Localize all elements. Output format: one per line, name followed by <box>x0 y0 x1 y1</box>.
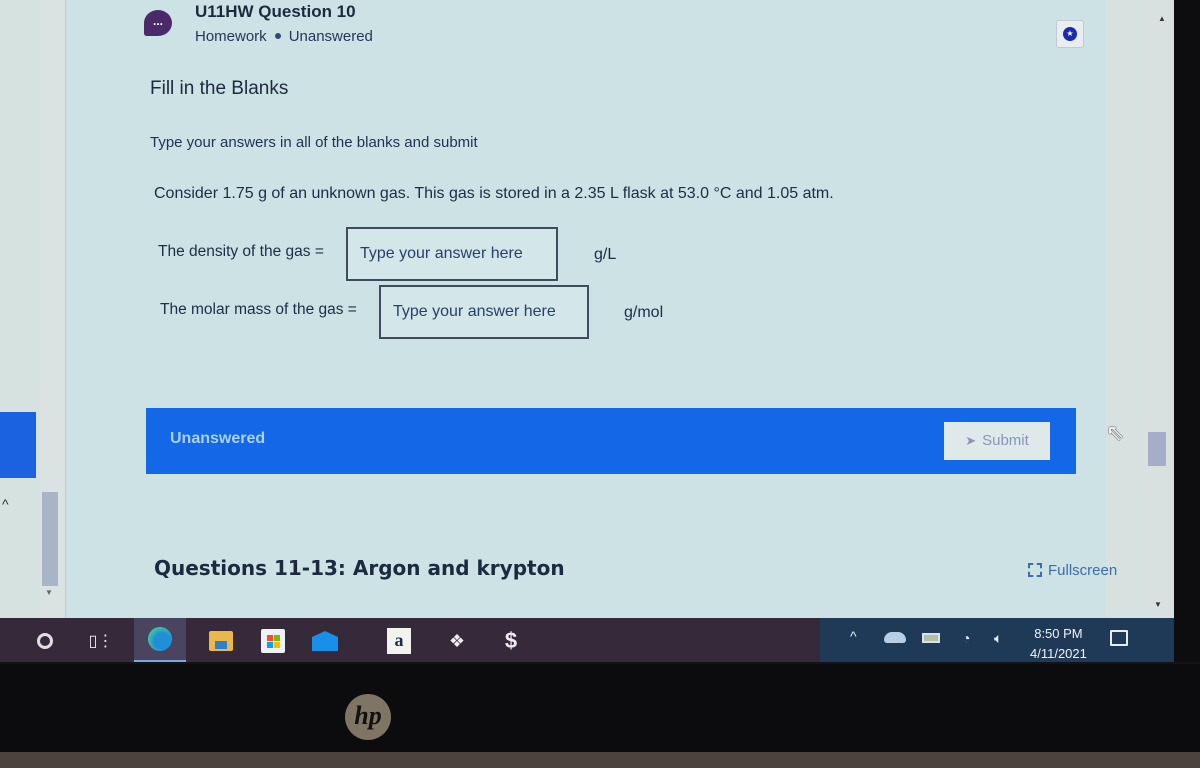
search-circle-icon[interactable] <box>30 626 60 656</box>
wifi-icon[interactable]: ◔ <box>962 630 970 646</box>
density-input[interactable] <box>346 227 558 281</box>
question-title: U11HW Question 10 <box>195 2 356 21</box>
bookmark-button[interactable]: ★ <box>1056 20 1084 48</box>
clock-date: 4/11/2021 <box>1030 646 1087 661</box>
background-window: ^ <box>0 0 40 618</box>
scroll-up-arrow-icon[interactable]: ▲ <box>1158 14 1166 23</box>
chat-bubble-icon[interactable]: ... <box>144 10 172 36</box>
question-panel: ... U11HW Question 10 Homework Unanswered… <box>66 0 1108 618</box>
show-hidden-icons-chevron-icon[interactable]: ^ <box>850 628 857 644</box>
submission-status: Unanswered <box>170 430 266 447</box>
question-prompt: Consider 1.75 g of an unknown gas. This … <box>154 185 834 202</box>
edge-browser-icon[interactable] <box>134 618 186 662</box>
klarna-icon[interactable]: $ <box>496 626 526 656</box>
question-category: Homework <box>195 28 267 45</box>
fullscreen-button[interactable]: Fullscreen <box>1028 562 1117 579</box>
taskbar: ▯⋮ a ❖ $ ^ ◔ 🔈︎ 8:50 PM 4/11/2021 <box>0 618 1174 662</box>
right-scrollbar-thumb[interactable] <box>1148 432 1166 466</box>
volume-icon[interactable]: 🔈︎ <box>994 630 1002 647</box>
onedrive-cloud-icon[interactable] <box>884 630 906 646</box>
question-status: Unanswered <box>288 28 373 45</box>
microsoft-store-icon[interactable] <box>258 626 288 656</box>
left-scrollbar-thumb[interactable] <box>42 492 58 586</box>
dropbox-icon[interactable]: ❖ <box>442 626 472 656</box>
next-section-title: Questions 11-13: Argon and krypton <box>154 556 565 580</box>
battery-icon[interactable] <box>922 630 940 646</box>
submission-status-bar: Unanswered ➤ Submit <box>146 408 1076 474</box>
right-scrollbar[interactable]: ▲ ▼ <box>1146 0 1174 618</box>
chevron-up-icon[interactable]: ^ <box>2 496 9 512</box>
file-explorer-icon[interactable] <box>206 626 236 656</box>
mouse-cursor-icon: ⇖ <box>1106 420 1125 445</box>
fullscreen-icon <box>1028 563 1042 577</box>
star-icon: ★ <box>1063 27 1077 41</box>
paper-plane-icon: ➤ <box>965 433 977 448</box>
separator-dot <box>274 33 281 40</box>
submit-label: Submit <box>982 432 1029 449</box>
molar-mass-label: The molar mass of the gas = <box>160 301 357 318</box>
scroll-down-arrow-icon[interactable]: ▼ <box>45 588 53 597</box>
laptop-bezel: hp <box>0 664 1200 768</box>
question-meta: Homework Unanswered <box>195 28 373 45</box>
molar-mass-input[interactable] <box>379 285 589 339</box>
amazon-icon[interactable]: a <box>384 626 414 656</box>
screen: ^ ▼ ... U11HW Question 10 Homework Unansw… <box>0 0 1200 662</box>
mail-icon[interactable] <box>310 626 340 656</box>
scroll-down-arrow-icon[interactable]: ▼ <box>1154 600 1162 609</box>
density-unit: g/L <box>594 246 617 263</box>
left-scrollbar[interactable]: ▼ <box>40 0 66 618</box>
laptop-hinge <box>0 752 1200 768</box>
fullscreen-label: Fullscreen <box>1048 562 1118 579</box>
task-view-icon[interactable]: ▯⋮ <box>86 626 116 656</box>
clock-time: 8:50 PM <box>1034 626 1083 641</box>
submit-button[interactable]: ➤ Submit <box>944 422 1050 460</box>
clock[interactable]: 8:50 PM 4/11/2021 <box>1030 624 1087 662</box>
action-center-icon[interactable] <box>1110 630 1128 646</box>
background-window-status-bar <box>0 412 36 478</box>
hp-logo-icon: hp <box>345 694 391 740</box>
question-type-heading: Fill in the Blanks <box>150 78 289 99</box>
screen-bezel-right <box>1174 0 1200 662</box>
right-gutter <box>1106 0 1146 618</box>
instructions-text: Type your answers in all of the blanks a… <box>150 134 478 151</box>
molar-mass-unit: g/mol <box>624 304 664 321</box>
density-label: The density of the gas = <box>158 243 324 260</box>
